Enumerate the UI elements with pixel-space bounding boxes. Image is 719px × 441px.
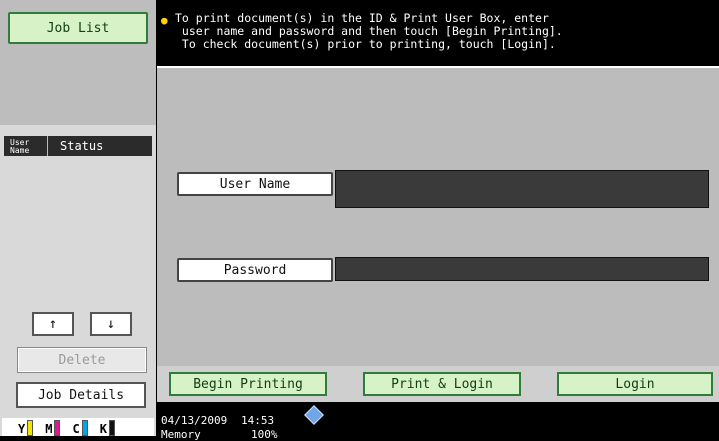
column-status: Status (60, 139, 104, 153)
delete-button[interactable]: Delete (18, 348, 146, 372)
toner-level-bar (54, 420, 61, 436)
memory-value: 100% (251, 428, 278, 441)
divider (157, 66, 719, 68)
message-line: To check document(s) prior to printing, … (175, 37, 556, 51)
toner-level-bar (108, 420, 115, 436)
print-and-login-button[interactable]: Print & Login (363, 372, 521, 396)
arrow-down-icon: ↓ (106, 316, 116, 332)
message-text: To print document(s) in the ID & Print U… (175, 12, 563, 51)
user-name-field[interactable] (335, 170, 709, 208)
password-button[interactable]: Password (177, 258, 333, 282)
scroll-down-button[interactable]: ↓ (90, 312, 132, 336)
toner-y: Y (18, 420, 34, 436)
status-bar: 04/13/2009 14:53 Memory 100% (157, 402, 719, 441)
user-name-button[interactable]: User Name (177, 172, 333, 196)
memory-label: Memory (161, 428, 201, 441)
arrow-up-icon: ↑ (48, 316, 58, 332)
toner-m: M (45, 420, 61, 436)
scroll-up-button[interactable]: ↑ (32, 312, 74, 336)
network-status-icon (304, 405, 324, 425)
date-display: 04/13/2009 (161, 414, 228, 427)
time-display: 14:53 (241, 414, 275, 427)
toner-level-bar (81, 420, 88, 436)
toner-label: C (72, 422, 80, 436)
toner-label: K (99, 422, 107, 436)
info-bulb-icon: ● (161, 14, 168, 27)
job-details-button[interactable]: Job Details (16, 382, 146, 408)
toner-label: Y (18, 422, 26, 436)
password-field[interactable] (335, 257, 709, 281)
instruction-message: ● To print document(s) in the ID & Print… (157, 12, 719, 66)
login-form-area: User Name Password Begin Printing Print … (157, 66, 719, 402)
job-list-button[interactable]: Job List (8, 12, 148, 44)
login-button[interactable]: Login (557, 372, 713, 396)
toner-level-bar (27, 420, 34, 436)
job-column-header: User Name Status (4, 136, 152, 156)
toner-label: M (45, 422, 53, 436)
toner-k: K (100, 420, 115, 436)
begin-printing-button[interactable]: Begin Printing (169, 372, 327, 396)
column-user-name: User Name (4, 136, 48, 156)
toner-c: C (72, 420, 88, 436)
toner-levels: YMCK (2, 418, 154, 436)
